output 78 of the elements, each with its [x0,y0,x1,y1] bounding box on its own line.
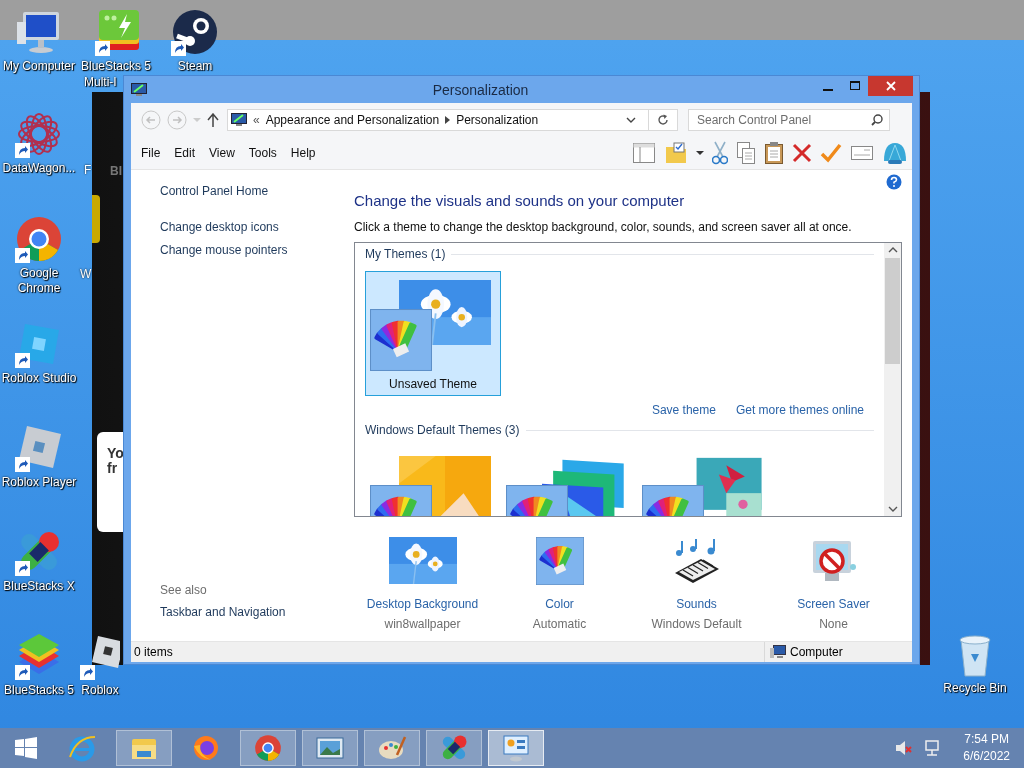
taskbar-button[interactable] [302,730,358,766]
help-icon[interactable] [886,174,902,190]
page-heading: Change the visuals and sounds on your computer [354,192,686,210]
sidebar-link[interactable]: Change mouse pointers [160,243,354,257]
round-logo-icon [15,215,63,263]
desktop-icon-label: Multi-I [84,75,117,90]
menu-item[interactable]: Help [290,146,323,160]
theme-link[interactable]: Get more themes online [735,403,864,417]
location-label: Computer [790,645,843,659]
windows-logo-icon [15,737,37,759]
overflow-chevron[interactable]: « [253,113,260,127]
muted-speaker-icon[interactable] [895,740,914,756]
taskbar-button[interactable] [488,730,544,766]
desktop-icon-label: W [80,267,92,281]
refresh-icon[interactable] [657,114,669,126]
color-fan-icon [535,537,584,585]
setting-value: Windows Default [651,617,742,631]
sidebar-link[interactable]: Control Panel Home [160,184,354,198]
delete-icon[interactable] [792,143,812,163]
card-text: fr [107,461,119,476]
brand-text: BI [110,164,122,178]
monitor-icon [231,113,247,127]
color-fan-icon [370,309,432,371]
clock[interactable]: 7:54 PM 6/6/2022 [963,731,1010,765]
breadcrumb[interactable]: Personalization [456,113,539,127]
up-arrow-icon[interactable] [207,113,219,127]
see-also-label: See also [160,583,208,597]
menu-item[interactable]: File [141,146,168,160]
theme-link[interactable]: Save theme [651,403,716,417]
pane-icon[interactable] [632,142,656,164]
group-heading: Windows Default Themes (3) [365,423,520,437]
monitor-icon [131,82,147,97]
photo-frame-icon [315,735,345,761]
setting-link[interactable]: Screen Saver [797,597,870,611]
taskbar-button[interactable] [426,730,482,766]
maximize-icon [849,81,860,91]
scrollbar[interactable] [884,243,901,516]
close-icon [885,81,896,91]
star-pattern-icon [15,110,63,158]
sidebar-link[interactable]: Change desktop icons [160,220,354,234]
setting-link[interactable]: Color [545,597,574,611]
menu-item[interactable]: Tools [248,146,284,160]
desktop-icon-label: F [84,163,92,177]
menu-item[interactable]: Edit [174,146,203,160]
check-icon[interactable] [820,143,842,163]
search-field[interactable]: Search Control Panel [688,109,890,131]
setting-value: Automatic [532,617,587,631]
menu-item[interactable]: View [209,146,242,160]
chevron-icon[interactable] [626,117,636,123]
round-logo-icon [254,734,282,762]
breadcrumb-separator-icon [445,116,451,124]
paste-icon[interactable] [764,141,784,165]
caret-icon[interactable] [696,150,704,156]
setting-link[interactable]: Sounds [676,597,717,611]
computer-icon [770,645,786,659]
close-button[interactable] [868,76,913,96]
cut-icon[interactable] [712,141,728,165]
breadcrumb[interactable]: Appearance and Personalization [265,113,440,127]
sidebar-link[interactable]: Taskbar and Navigation [160,605,354,619]
address-bar[interactable]: « Appearance and Personalization Personalization [227,109,678,131]
theme-tile[interactable]: Unsaved Theme [365,271,501,396]
item-count: 0 items [133,645,174,659]
network-icon[interactable] [923,739,942,757]
description-text: Click a theme to change the desktop background, color, sounds, and screen saver all at once. [354,219,853,235]
setting-value: None [819,617,848,631]
shell-icon[interactable] [882,141,908,165]
copy-icon[interactable] [736,141,756,165]
group-heading: My Themes (1) [365,247,446,261]
fox-globe-icon [191,733,221,763]
folder-check-icon[interactable] [664,141,688,165]
setting-link[interactable]: Desktop Background [366,597,479,611]
card-icon[interactable] [850,144,874,162]
setting-value: win8wallpaper [384,617,461,631]
window-title: Personalization [431,81,530,98]
control-panel-icon [501,733,531,763]
letter-e-icon [67,733,97,763]
card-text: Yo [107,446,125,461]
search-icon[interactable] [871,114,883,126]
